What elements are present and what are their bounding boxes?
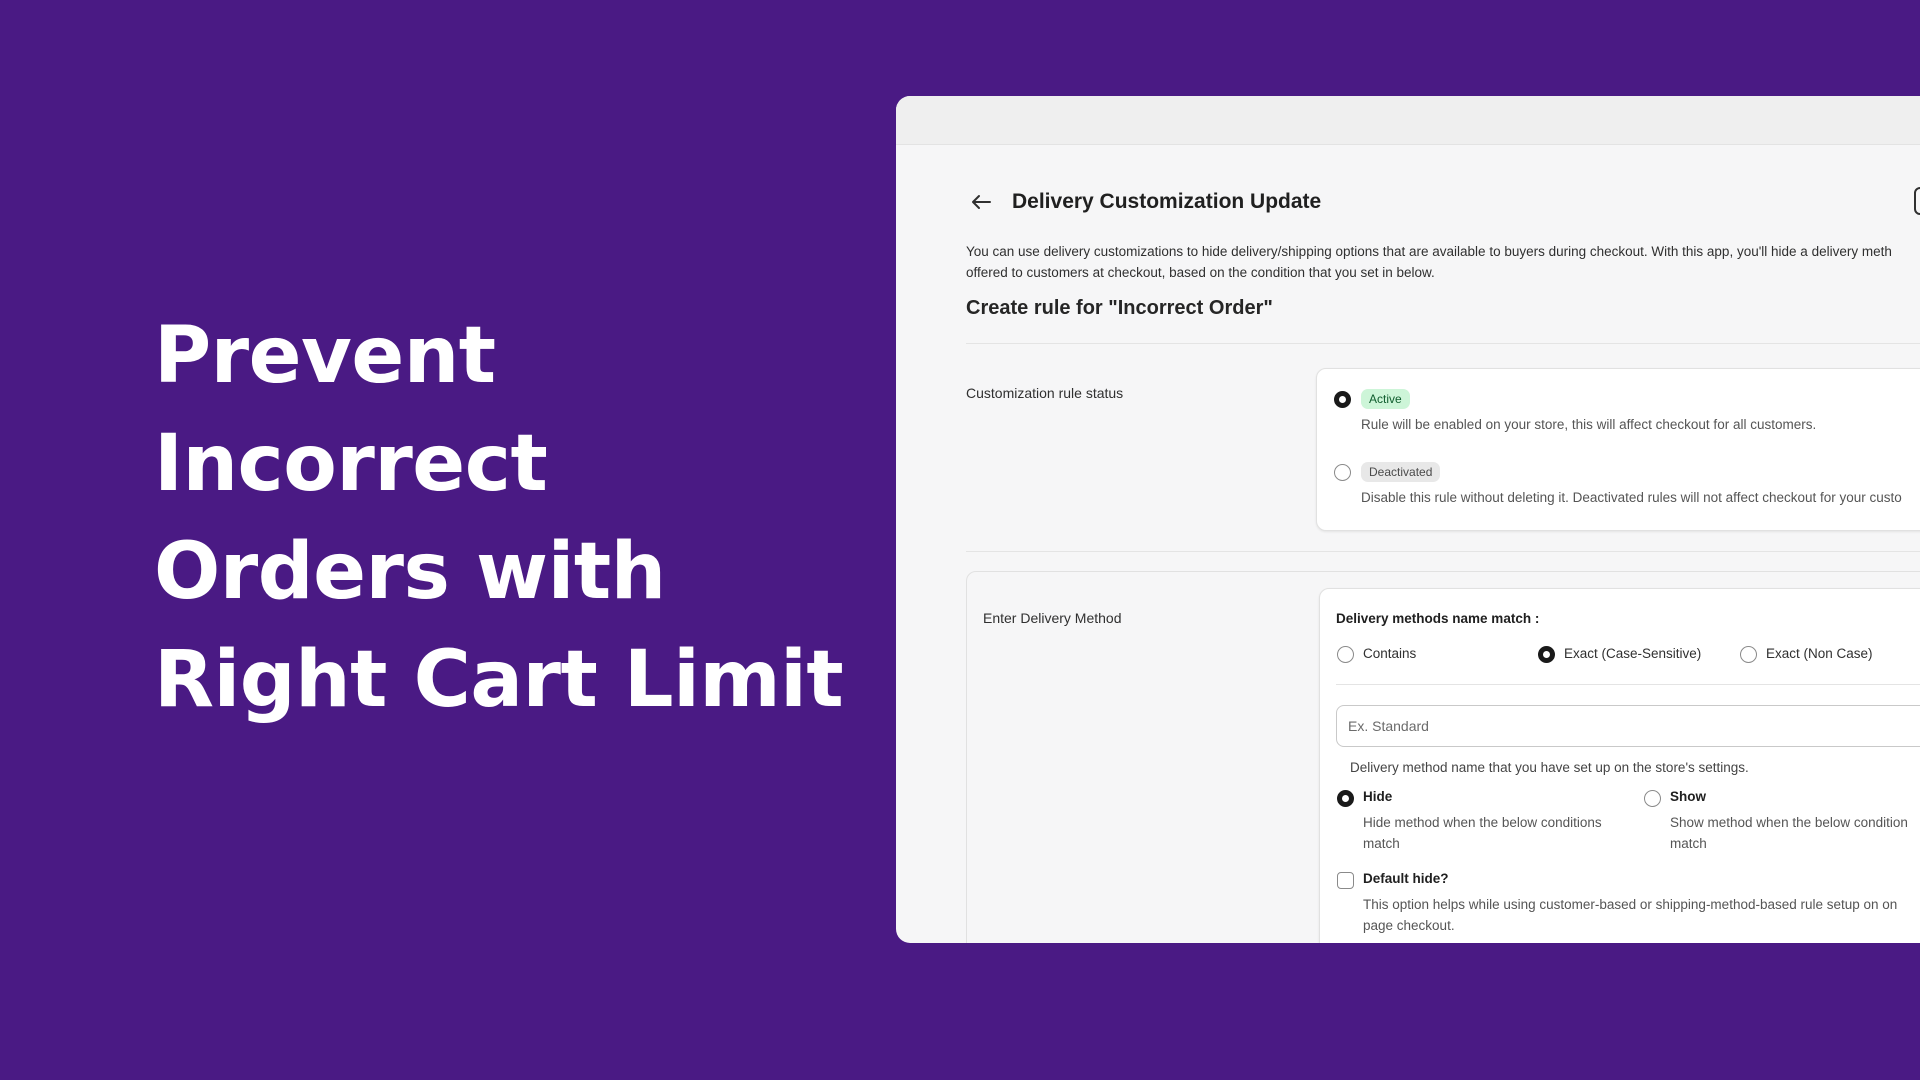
divider	[1336, 684, 1920, 685]
default-hide-description-line-1: This option helps while using customer-b…	[1363, 897, 1898, 912]
delivery-method-section: Enter Delivery Method Delivery methods n…	[966, 571, 1920, 943]
delivery-method-name-input[interactable]	[1336, 705, 1920, 747]
default-hide-checkbox[interactable]	[1337, 872, 1354, 889]
status-deactivated-radio[interactable]	[1334, 464, 1351, 481]
hide-description-line-1: Hide method when the below conditions	[1363, 815, 1602, 830]
show-description-line-2: match	[1670, 836, 1707, 851]
header-action-button[interactable]	[1914, 187, 1920, 215]
intro-text: You can use delivery customizations to h…	[966, 241, 1920, 283]
name-help-text: Delivery method name that you have set u…	[1350, 760, 1749, 775]
intro-line-2: offered to customers at checkout, based …	[966, 265, 1435, 280]
method-section-label: Enter Delivery Method	[983, 610, 1122, 626]
match-contains-label: Contains	[1363, 646, 1417, 661]
app-screenshot-window: Delivery Customization Update You can us…	[896, 96, 1920, 943]
divider	[966, 551, 1920, 552]
page-header: Delivery Customization Update	[966, 187, 1321, 217]
hide-label: Hide	[1363, 789, 1393, 804]
match-contains-radio[interactable]	[1337, 646, 1354, 663]
hide-radio[interactable]	[1337, 790, 1354, 807]
headline-line-1: Prevent	[154, 311, 496, 401]
show-label: Show	[1670, 789, 1706, 804]
match-exact-case-label: Exact (Case-Sensitive)	[1564, 646, 1702, 661]
status-card: Active Rule will be enabled on your stor…	[1316, 368, 1920, 531]
hide-description-line-2: match	[1363, 836, 1400, 851]
rule-title: Create rule for "Incorrect Order"	[966, 297, 1273, 319]
intro-line-1: You can use delivery customizations to h…	[966, 244, 1892, 259]
status-section-label: Customization rule status	[966, 385, 1124, 401]
default-hide-description-line-2: page checkout.	[1363, 918, 1455, 933]
status-active-radio[interactable]	[1334, 391, 1351, 408]
hero-headline: Prevent Incorrect Orders with Right Cart…	[154, 302, 854, 734]
match-label: Delivery methods name match :	[1336, 611, 1540, 626]
page-title: Delivery Customization Update	[1012, 190, 1322, 213]
status-badge-active: Active	[1361, 389, 1410, 409]
match-exact-noncase-radio[interactable]	[1740, 646, 1757, 663]
delivery-method-card: Delivery methods name match : Contains E…	[1319, 588, 1920, 943]
show-radio[interactable]	[1644, 790, 1661, 807]
headline-line-2: Incorrect	[154, 419, 548, 509]
match-exact-noncase-label: Exact (Non Case)	[1766, 646, 1873, 661]
match-exact-case-radio[interactable]	[1538, 646, 1555, 663]
status-badge-deactivated: Deactivated	[1361, 462, 1441, 482]
arrow-left-icon[interactable]	[966, 187, 996, 217]
status-active-description: Rule will be enabled on your store, this…	[1361, 417, 1817, 432]
headline-line-3: Orders with	[154, 527, 666, 617]
show-description-line-1: Show method when the below condition	[1670, 815, 1908, 830]
divider	[966, 343, 1920, 344]
default-hide-label: Default hide?	[1363, 871, 1449, 886]
status-deactivated-description: Disable this rule without deleting it. D…	[1361, 490, 1902, 505]
app-topbar	[896, 96, 1920, 145]
headline-line-4: Right Cart Limit	[154, 635, 844, 725]
